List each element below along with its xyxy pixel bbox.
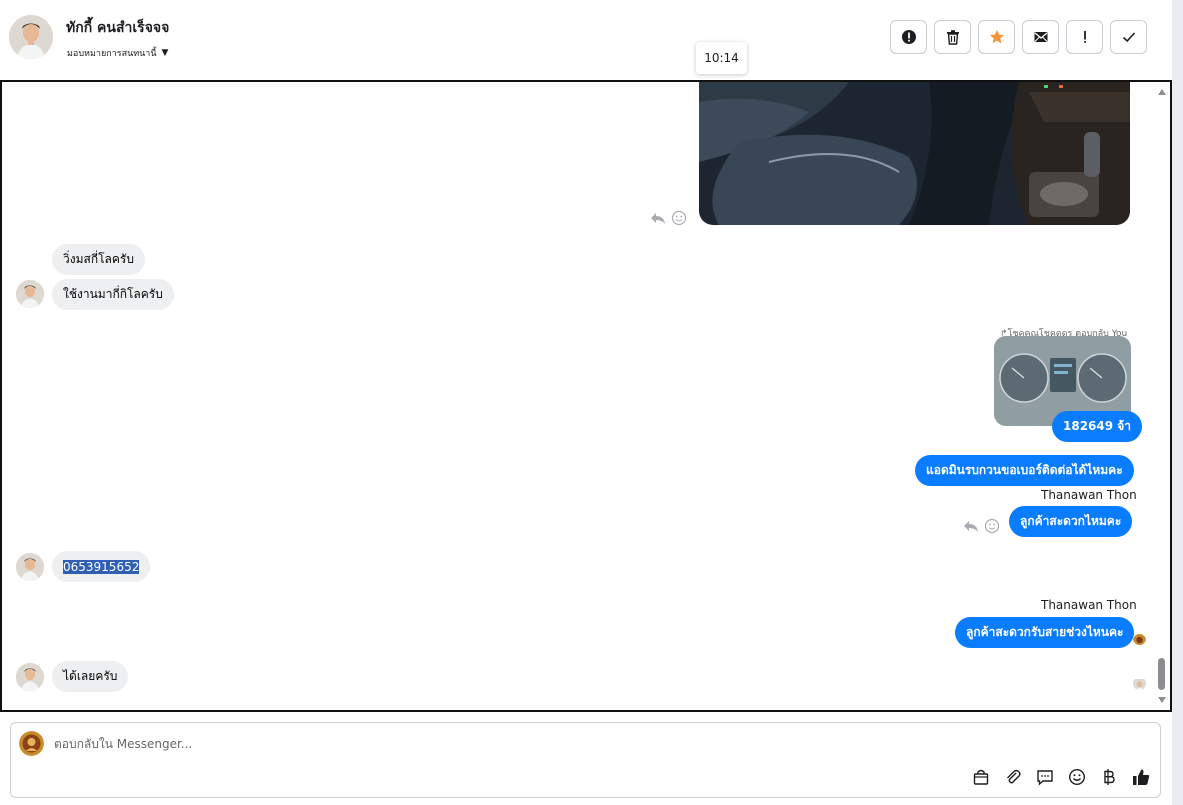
thread-scrollbar[interactable]: [1156, 82, 1168, 710]
baht-icon: [1103, 768, 1115, 785]
delete-button[interactable]: [934, 20, 971, 54]
follow-up-button[interactable]: [1066, 20, 1103, 54]
attach-button[interactable]: [1003, 767, 1022, 786]
selected-phone-number[interactable]: 0653915652: [63, 559, 140, 574]
chat-bubble-icon: [1036, 769, 1053, 786]
incoming-message[interactable]: 0653915652: [52, 551, 151, 582]
incoming-message[interactable]: ได้เลยครับ: [52, 661, 129, 692]
seen-by-avatar: [1133, 632, 1146, 645]
done-button[interactable]: [1110, 20, 1147, 54]
contact-message-avatar: [16, 553, 44, 581]
star-icon: [989, 30, 1004, 44]
message-actions: [963, 518, 1000, 534]
exclamation-icon: [1083, 31, 1086, 43]
message-input[interactable]: [54, 734, 954, 754]
messenger-inbox-page: ทักกี้ คนสำเร็จจจ มอบหมายการสนทนานี้ ▼ 1…: [0, 0, 1183, 805]
contact-message-avatar: [16, 280, 44, 308]
trash-icon: [946, 30, 959, 45]
star-button[interactable]: [978, 20, 1015, 54]
photo-message-actions: [650, 210, 687, 226]
paperclip-icon: [1006, 769, 1021, 783]
shop-bag-button[interactable]: [971, 767, 990, 786]
incoming-message[interactable]: วิ่งมสกี่โลครับ: [52, 244, 145, 275]
payment-button[interactable]: [1099, 767, 1118, 786]
contact-message-avatar: [16, 663, 44, 691]
reply-composer: [10, 722, 1161, 798]
saved-replies-button[interactable]: [1035, 767, 1054, 786]
read-receipt-avatar: [1133, 677, 1146, 690]
conversation-header: ทักกี้ คนสำเร็จจจ มอบหมายการสนทนานี้ ▼ 1…: [0, 0, 1172, 80]
react-emoji-icon[interactable]: [671, 210, 687, 226]
sender-name: Thanawan Thon: [1041, 598, 1137, 612]
bag-icon: [973, 769, 988, 785]
outgoing-message[interactable]: 182649 จ้า: [1052, 411, 1143, 442]
assign-label: มอบหมายการสนทนานี้: [67, 49, 157, 59]
contact-name: ทักกี้ คนสำเร็จจจ: [66, 20, 170, 36]
emoji-button[interactable]: [1067, 767, 1086, 786]
mail-icon: [1034, 32, 1047, 42]
emoji-icon: [1068, 768, 1085, 785]
outgoing-message[interactable]: แอดมินรบกวนขอเบอร์ติดต่อได้ไหมคะ: [915, 455, 1134, 486]
alert-circle-icon: [901, 30, 916, 44]
reply-icon[interactable]: [963, 518, 979, 534]
page-edge-strip: [1172, 0, 1183, 805]
assign-conversation-dropdown[interactable]: มอบหมายการสนทนานี้ ▼: [67, 46, 168, 60]
car-interior-photo[interactable]: [699, 82, 1130, 225]
thumbs-up-icon: [1132, 769, 1149, 785]
conversation-toolbar: [890, 20, 1147, 54]
sender-name: Thanawan Thon: [1041, 488, 1137, 502]
incoming-message[interactable]: ใช้งานมากี่กิโลครับ: [52, 279, 174, 310]
composer-icons: [971, 767, 1150, 786]
mark-unread-button[interactable]: [1022, 20, 1059, 54]
scroll-down-arrow-icon[interactable]: [1157, 696, 1167, 704]
reply-icon[interactable]: [650, 210, 666, 226]
message-thread: วิ่งมสกี่โลครับ ใช้งานมากี่กิโลครับ ↱โชค…: [0, 80, 1172, 712]
spam-button[interactable]: [890, 20, 927, 54]
outgoing-message[interactable]: ลูกค้าสะดวกรับสายช่วงไหนคะ: [955, 617, 1135, 648]
scroll-up-arrow-icon[interactable]: [1157, 88, 1167, 96]
caret-down-icon: ▼: [161, 48, 169, 58]
like-button[interactable]: [1131, 767, 1150, 786]
scroll-thumb[interactable]: [1158, 658, 1165, 690]
outgoing-message[interactable]: ลูกค้าสะดวกไหมคะ: [1009, 506, 1133, 537]
check-icon: [1122, 32, 1135, 43]
contact-avatar[interactable]: [9, 15, 53, 59]
timestamp-tooltip: 10:14: [696, 42, 747, 74]
react-emoji-icon[interactable]: [984, 518, 1000, 534]
page-avatar: [19, 731, 44, 756]
